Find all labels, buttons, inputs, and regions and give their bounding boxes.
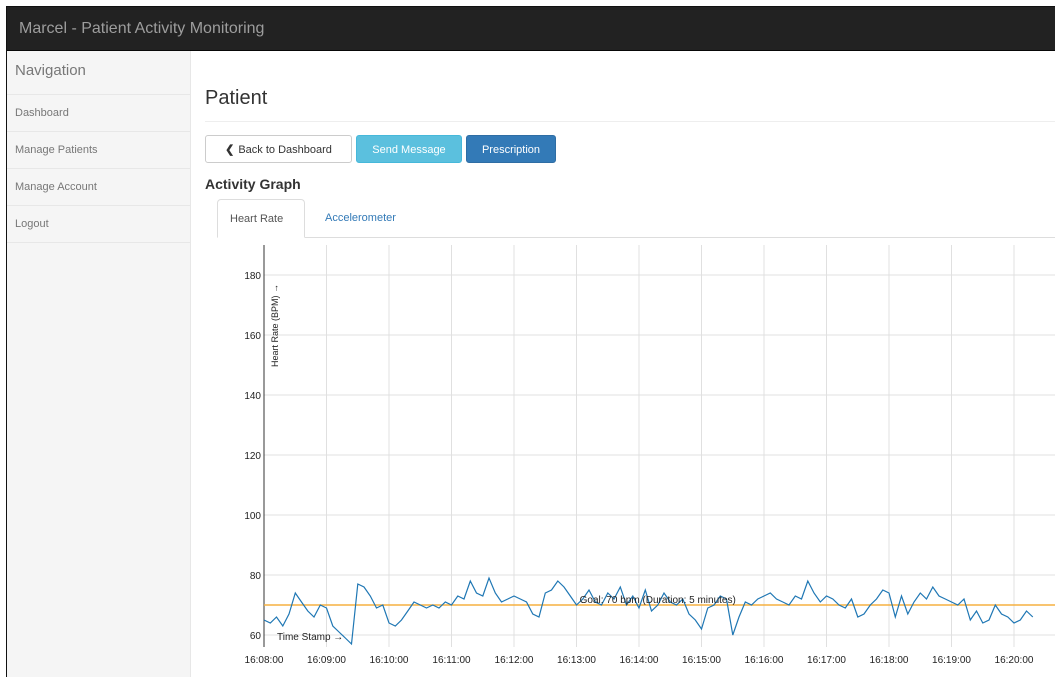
- x-tick-label: 16:18:00: [870, 655, 909, 666]
- x-tick-label: 16:12:00: [495, 655, 534, 666]
- x-tick-label: 16:16:00: [745, 655, 784, 666]
- x-tick-label: 16:09:00: [307, 655, 346, 666]
- x-tick-label: 16:13:00: [557, 655, 596, 666]
- x-tick-label: 16:10:00: [370, 655, 409, 666]
- x-axis-label: Time Stamp →: [277, 632, 343, 643]
- y-axis-label: Heart Rate (BPM) →: [270, 284, 280, 367]
- x-tick-label: 16:15:00: [682, 655, 721, 666]
- x-tick-label: 16:20:00: [995, 655, 1034, 666]
- y-tick-label: 120: [244, 451, 261, 462]
- x-tick-label: 16:14:00: [620, 655, 659, 666]
- goal-label: Goal: 70 bpm (Duration: 5 minutes): [580, 595, 736, 606]
- x-tick-label: 16:08:00: [245, 655, 284, 666]
- heart-rate-chart: 60 80 100 120 140 160 180 16:08:00 16:09:00 16:10…: [244, 245, 1055, 666]
- x-tick-label: 16:11:00: [432, 655, 471, 666]
- y-tick-label: 160: [244, 331, 261, 342]
- x-tick-label: 16:19:00: [932, 655, 971, 666]
- y-tick-label: 80: [250, 571, 262, 582]
- y-tick-label: 140: [244, 391, 261, 402]
- app-window: Marcel - Patient Activity Monitoring Nav…: [6, 6, 1055, 677]
- x-tick-label: 16:17:00: [807, 655, 846, 666]
- y-tick-label: 100: [244, 511, 261, 522]
- y-tick-label: 180: [244, 271, 261, 282]
- heart-rate-series-line: [263, 576, 1034, 646]
- y-tick-label: 60: [250, 631, 262, 642]
